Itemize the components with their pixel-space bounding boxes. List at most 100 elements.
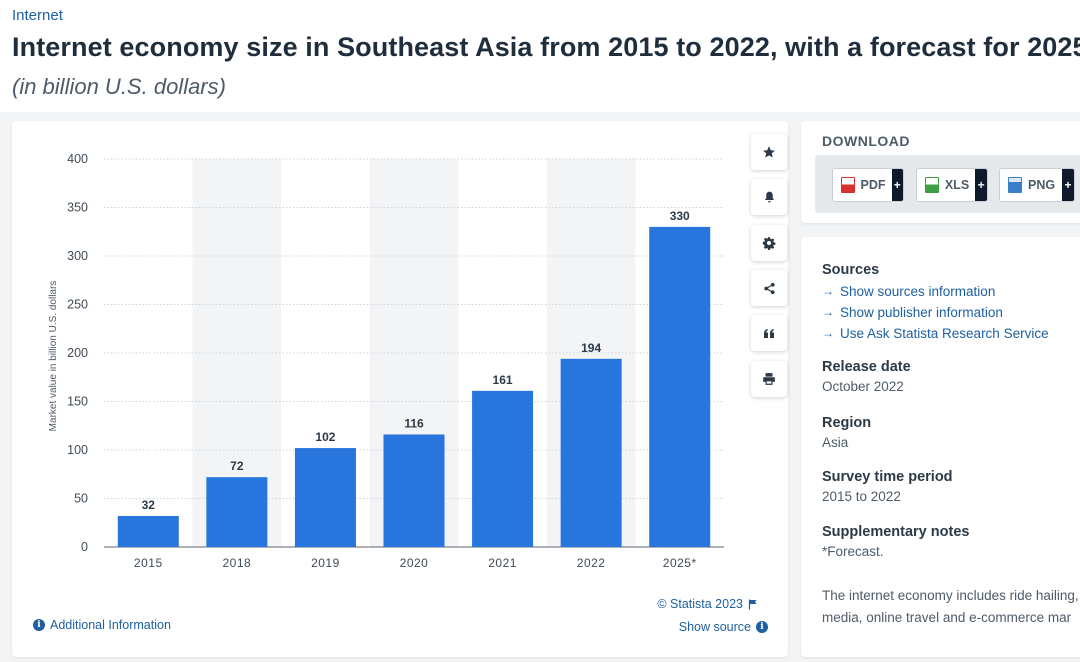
bar-value-label: 102 <box>315 430 335 444</box>
survey-period-section: Survey time period 2015 to 2022 <box>822 469 953 506</box>
bar <box>649 226 711 547</box>
y-tick-label: 250 <box>67 298 88 312</box>
description-line: The internet economy includes ride haili… <box>822 588 1079 603</box>
supplementary-notes-section: Supplementary notes *Forecast. <box>822 524 969 561</box>
bar-value-label: 194 <box>581 341 601 355</box>
png-file-icon <box>1008 177 1022 193</box>
download-png-label: PNG <box>1028 178 1056 192</box>
supplementary-notes-heading: Supplementary notes <box>822 524 970 540</box>
release-date-value: October 2022 <box>822 379 904 394</box>
link-label: Show sources information <box>840 284 996 299</box>
star-icon <box>763 146 775 158</box>
x-tick-label: 2025* <box>663 556 697 570</box>
download-pdf-label: PDF <box>860 178 886 192</box>
download-heading: DOWNLOAD <box>822 133 910 149</box>
x-tick-label: 2022 <box>577 556 606 570</box>
arrow-right-icon: → <box>822 326 834 340</box>
flag-icon <box>748 599 757 609</box>
bar-value-label: 330 <box>670 209 690 223</box>
print-icon <box>763 373 775 385</box>
y-tick-label: 150 <box>67 395 88 409</box>
bar <box>206 477 268 547</box>
survey-period-heading: Survey time period <box>822 469 953 485</box>
x-tick-label: 2019 <box>311 556 340 570</box>
y-tick-label: 350 <box>67 201 88 215</box>
release-date-section: Release date October 2022 <box>822 359 911 396</box>
notification-button[interactable] <box>751 179 787 215</box>
page-header: Internet Internet economy size in Southe… <box>0 0 1080 112</box>
download-panel: DOWNLOAD PDF + XLS + PNG + <box>801 121 1080 223</box>
region-section: Region Asia <box>822 415 871 452</box>
arrow-right-icon: → <box>822 305 834 319</box>
bar-value-label: 72 <box>230 459 244 473</box>
page-subtitle: (in billion U.S. dollars) <box>12 74 226 99</box>
link-label: Use Ask Statista Research Service <box>840 326 1049 341</box>
cite-button[interactable] <box>751 315 787 351</box>
bar-value-label: 32 <box>142 498 156 512</box>
show-source-label: Show source <box>678 620 751 634</box>
link-label: Show publisher information <box>840 305 1003 320</box>
favorite-button[interactable] <box>751 134 787 170</box>
survey-period-value: 2015 to 2022 <box>822 489 901 504</box>
download-xls-label: XLS <box>944 178 970 192</box>
bar <box>472 390 534 547</box>
region-value: Asia <box>822 435 849 450</box>
y-tick-label: 400 <box>67 152 88 166</box>
y-tick-label: 100 <box>67 443 88 457</box>
region-heading: Region <box>822 415 872 431</box>
chart-card: 0 50 100 150 200 250 300 350 400 32 2015 72 2018 102 2… <box>12 121 788 657</box>
download-pdf-button[interactable]: PDF + <box>832 168 904 202</box>
print-button[interactable] <box>751 361 787 397</box>
plus-icon: + <box>891 169 903 201</box>
bar <box>117 515 179 547</box>
info-icon: i <box>33 619 45 631</box>
release-date-heading: Release date <box>822 359 911 375</box>
y-tick-label: 0 <box>81 540 88 554</box>
plus-icon: + <box>1062 169 1074 201</box>
y-tick-label: 50 <box>74 492 88 506</box>
gear-icon <box>762 237 776 250</box>
plus-icon: + <box>975 169 987 201</box>
y-tick-label: 300 <box>67 249 88 263</box>
quote-icon <box>764 328 774 338</box>
ask-statista-link[interactable]: → Use Ask Statista Research Service <box>822 323 1049 344</box>
info-icon: i <box>756 621 768 633</box>
xls-file-icon <box>925 177 939 193</box>
pdf-file-icon <box>841 177 855 193</box>
description-line: media, online travel and e-commerce mar <box>822 610 1072 625</box>
additional-information-link[interactable]: i Additional Information <box>33 618 171 632</box>
sources-section: Sources → Show sources information → Show … <box>822 262 1049 344</box>
download-buttons: PDF + XLS + PNG + <box>815 155 1080 213</box>
show-sources-information-link[interactable]: → Show sources information <box>822 281 1049 302</box>
download-xls-button[interactable]: XLS + <box>916 168 988 202</box>
x-tick-label: 2018 <box>223 556 252 570</box>
bar <box>560 358 622 547</box>
arrow-right-icon: → <box>822 284 834 298</box>
breadcrumb-internet[interactable]: Internet <box>12 7 63 24</box>
bell-icon <box>764 191 774 203</box>
settings-button[interactable] <box>751 225 787 261</box>
bar-value-label: 161 <box>493 373 513 387</box>
x-tick-label: 2015 <box>134 556 163 570</box>
y-tick-label: 200 <box>67 346 88 360</box>
share-button[interactable] <box>751 270 787 306</box>
x-tick-label: 2021 <box>488 556 517 570</box>
share-icon <box>763 282 775 294</box>
bar-chart: 0 50 100 150 200 250 300 350 400 32 2015 72 2018 102 2… <box>48 152 724 570</box>
bar-value-label: 116 <box>404 416 424 430</box>
statistic-description: The internet economy includes ride haili… <box>822 585 1080 629</box>
supplementary-notes-value: *Forecast. <box>822 544 884 559</box>
sources-heading: Sources <box>822 262 880 278</box>
additional-information-label: Additional Information <box>50 618 171 632</box>
copyright-label: © Statista 2023 <box>657 597 743 611</box>
download-png-button[interactable]: PNG + <box>999 168 1075 202</box>
statistic-details-panel: Sources → Show sources information → Show … <box>801 237 1080 657</box>
y-axis-title: Market value in billion U.S. dollars <box>48 281 59 432</box>
bar <box>294 448 356 547</box>
copyright-link[interactable]: © Statista 2023 <box>657 597 758 611</box>
show-publisher-information-link[interactable]: → Show publisher information <box>822 302 1049 323</box>
show-source-link[interactable]: Show source i <box>679 620 768 634</box>
page-title: Internet economy size in Southeast Asia … <box>12 32 1080 62</box>
x-tick-label: 2020 <box>400 556 429 570</box>
bar <box>383 434 445 547</box>
